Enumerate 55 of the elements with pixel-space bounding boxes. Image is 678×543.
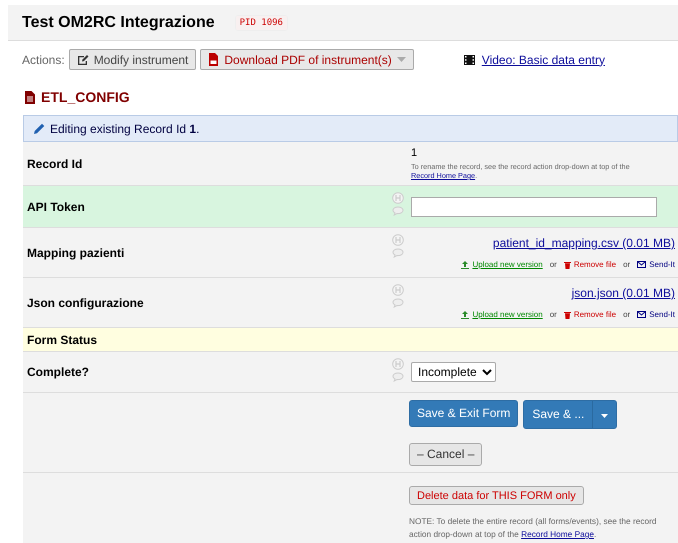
separator-text: or (623, 260, 630, 269)
history-icon[interactable] (392, 284, 404, 296)
history-icon[interactable] (392, 234, 404, 246)
text-input[interactable] (411, 196, 657, 216)
video-link[interactable]: Video: Basic data entry (482, 52, 605, 66)
edit-icon (76, 54, 89, 66)
project-id: PID 1096 (234, 14, 288, 30)
instrument-title: ETL_CONFIG (41, 89, 130, 105)
comment-icon[interactable] (392, 372, 404, 382)
record-id-value: 1 (411, 147, 418, 159)
upload-icon (461, 260, 470, 268)
envelope-icon (637, 261, 646, 268)
status-select[interactable]: Incomplete (411, 362, 496, 382)
pdf-file-icon (208, 53, 220, 66)
trash-icon (564, 310, 571, 318)
section-header: Form Status (23, 328, 678, 352)
record-home-link[interactable]: Record Home Page (521, 529, 594, 539)
modify-instrument-button[interactable]: Modify instrument (68, 49, 196, 70)
remove-file-link[interactable]: Remove file (564, 260, 616, 269)
file-link[interactable]: patient_id_mapping.csv (0.01 MB) (492, 236, 675, 250)
separator-text: or (623, 310, 630, 319)
comment-icon[interactable] (392, 206, 404, 216)
caret-icon (396, 57, 406, 62)
film-icon (464, 54, 475, 64)
send-file-link[interactable]: Send-It (637, 260, 675, 269)
delete-note: NOTE: To delete the entire record (all forms/events), see the record action drop-down at top of the Record Home Page. (409, 515, 658, 541)
field-label: Record Id (26, 156, 84, 170)
trash-icon (564, 260, 571, 268)
envelope-icon (637, 311, 646, 318)
remove-file-link[interactable]: Remove file (564, 310, 616, 319)
caret-icon (601, 414, 608, 418)
file-link[interactable]: json.json (0.01 MB) (572, 286, 675, 300)
upload-file-link[interactable]: Upload new version (461, 260, 543, 269)
actions-label: Actions: (22, 52, 65, 66)
document-icon (25, 90, 35, 104)
upload-file-link[interactable]: Upload new version (461, 310, 543, 319)
comment-icon[interactable] (392, 248, 404, 258)
send-file-link[interactable]: Send-It (637, 310, 675, 319)
field-label: Json configurazione (26, 296, 145, 310)
banner-text: Editing existing Record Id 1. (50, 122, 200, 136)
comment-icon[interactable] (392, 298, 404, 308)
separator-text: or (550, 310, 557, 319)
field-label: Complete? (26, 365, 90, 379)
delete-form-button[interactable]: Delete data for THIS FORM only (409, 486, 584, 505)
history-icon[interactable] (392, 358, 404, 370)
field-label: Mapping pazienti (26, 246, 126, 260)
download-pdf-button[interactable]: Download PDF of instrument(s) (200, 49, 414, 70)
pencil-icon (34, 123, 45, 134)
save-exit-button[interactable]: Save & Exit Form (409, 400, 518, 426)
upload-icon (461, 310, 470, 318)
separator-text: or (550, 260, 557, 269)
history-icon[interactable] (392, 192, 404, 204)
cancel-button[interactable]: – Cancel – (409, 442, 482, 466)
project-title: Test OM2RC Integrazione (22, 14, 215, 32)
field-label: API Token (26, 200, 86, 214)
